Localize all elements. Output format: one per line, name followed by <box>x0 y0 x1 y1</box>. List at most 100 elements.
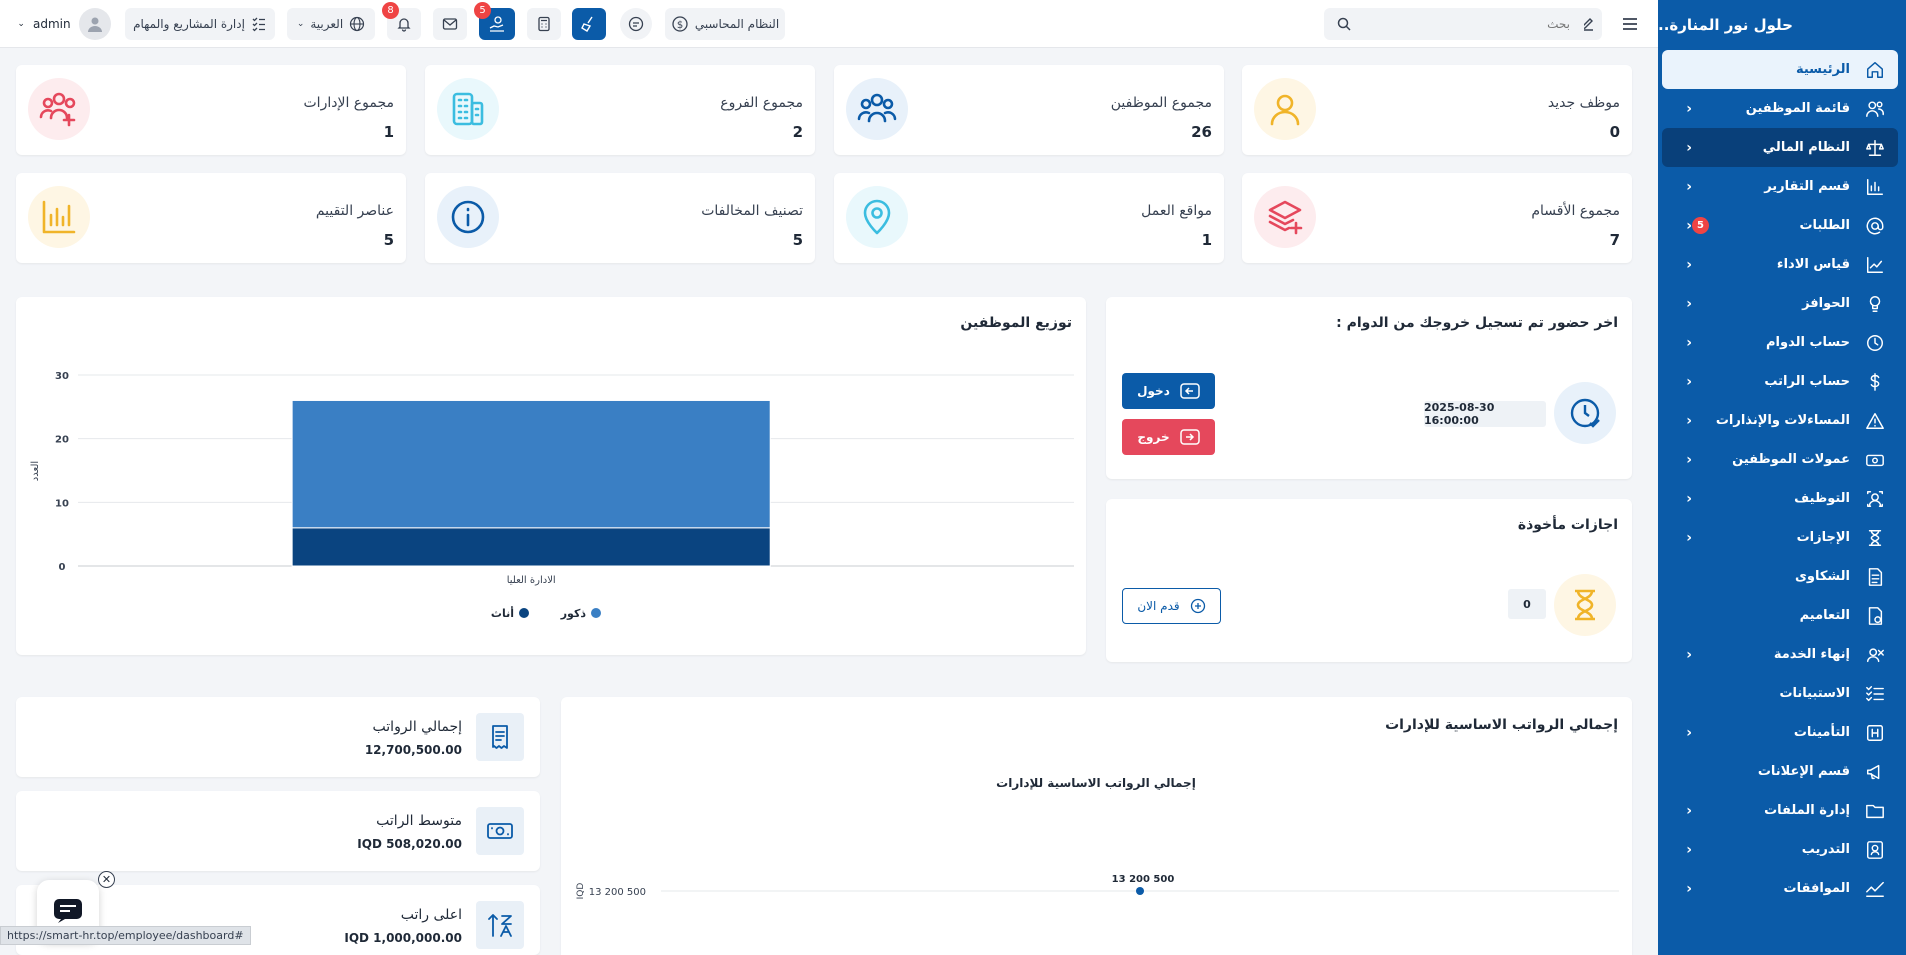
x-tick-label: الادارة العليا <box>507 575 556 586</box>
sidebar-item-1[interactable]: قائمة الموظفين ‹ <box>1662 89 1898 128</box>
stat-card-5[interactable]: مواقع العمل 1 <box>834 173 1224 263</box>
sidebar-item-icon <box>1864 566 1886 588</box>
salary-stat-value: IQD 508,020.00 <box>357 837 462 851</box>
sidebar-item-7[interactable]: حساب الدوام ‹ <box>1662 323 1898 362</box>
status-bar-url: https://smart-hr.top/employee/dashboard# <box>0 926 251 945</box>
notifications-count-badge: 8 <box>382 2 399 19</box>
stat-icon-circle <box>437 78 499 140</box>
stat-icon-circle <box>437 186 499 248</box>
accounting-system-button[interactable]: $ النظام المحاسبي <box>665 8 785 40</box>
sidebar-item-3[interactable]: قسم التقارير ‹ <box>1662 167 1898 206</box>
chevron-down-icon: ⌄ <box>296 19 305 29</box>
check-out-button[interactable]: خروج <box>1122 419 1215 455</box>
hourglass-icon <box>1868 529 1882 546</box>
bar-segment-0[interactable] <box>291 527 771 567</box>
menu-toggle-button[interactable] <box>1614 8 1646 40</box>
stat-title: مجموع الفروع <box>720 95 803 111</box>
end-service-icon <box>1867 647 1884 662</box>
stat-title: عناصر التقييم <box>315 203 394 219</box>
sidebar-item-8[interactable]: حساب الراتب ‹ <box>1662 362 1898 401</box>
sidebar-item-icon <box>1864 293 1886 315</box>
sidebar-item-5[interactable]: قياس الاداء ‹ <box>1662 245 1898 284</box>
tasks-button[interactable]: 5 <box>474 2 515 40</box>
sidebar-item-17[interactable]: التأمينات ‹ <box>1662 713 1898 752</box>
stat-value: 5 <box>792 231 803 249</box>
stat-title: تصنيف المخالفات <box>701 203 803 219</box>
apply-leave-button[interactable]: قدم الان <box>1122 588 1221 624</box>
sidebar-item-icon <box>1864 527 1886 549</box>
sidebar-item-label: الرئيسية <box>1795 62 1850 77</box>
sidebar-item-21[interactable]: الموافقات ‹ <box>1662 869 1898 908</box>
sidebar-item-label: الاستبيانات <box>1779 686 1850 701</box>
y-tick-label: 13 200 500 <box>589 887 646 898</box>
sidebar-item-label: قسم الإعلانات <box>1757 764 1850 779</box>
stat-card-2[interactable]: مجموع الفروع 2 <box>425 65 815 155</box>
sidebar-item-label: النظام المالي <box>1762 140 1850 155</box>
money-gear-icon: $ <box>672 16 688 32</box>
sidebar-item-11[interactable]: التوظيف ‹ <box>1662 479 1898 518</box>
user-avatar-icon <box>87 17 102 32</box>
hourglass-icon <box>1575 589 1595 621</box>
sidebar-item-12[interactable]: الإجازات ‹ <box>1662 518 1898 557</box>
check-in-button[interactable]: دخول <box>1122 373 1215 409</box>
sidebar-item-icon <box>1864 449 1886 471</box>
close-chat-button[interactable]: ✕ <box>98 871 115 888</box>
team-add-icon <box>39 92 76 127</box>
data-point[interactable] <box>1136 887 1144 895</box>
sidebar-item-icon <box>1864 800 1886 822</box>
sidebar-item-10[interactable]: عمولات الموظفين ‹ <box>1662 440 1898 479</box>
sidebar-item-icon <box>1864 722 1886 744</box>
cleaning-button[interactable] <box>572 8 606 40</box>
legend-label: ذكور <box>560 607 587 620</box>
salary-stat-title: متوسط الراتب <box>376 813 462 829</box>
stat-card-7[interactable]: عناصر التقييم 5 <box>16 173 406 263</box>
sidebar-item-icon <box>1864 59 1886 81</box>
hand-coins-icon <box>489 16 504 32</box>
chevron-left-icon: ‹ <box>1686 490 1692 507</box>
employee-distribution-card: توزيع الموظفين 0 10 20 30 العدد الادارة العلي… <box>16 297 1086 655</box>
calculator-button[interactable] <box>527 8 561 40</box>
at-icon <box>1866 217 1884 234</box>
user-menu[interactable]: ⌄ admin <box>14 8 114 40</box>
sidebar-item-9[interactable]: المساءلات والإنذارات ‹ <box>1662 401 1898 440</box>
projects-tasks-button[interactable]: إدارة المشاريع والمهام <box>125 8 275 40</box>
stat-card-3[interactable]: مجموع الإدارات 1 <box>16 65 406 155</box>
sidebar-item-6[interactable]: الحوافز ‹ <box>1662 284 1898 323</box>
data-label: 13 200 500 <box>1112 874 1175 885</box>
sidebar-item-16[interactable]: الاستبيانات <box>1662 674 1898 713</box>
stat-title: مجموع الأقسام <box>1531 203 1620 219</box>
sidebar-item-label: إنهاء الخدمة <box>1773 647 1850 662</box>
notifications-button[interactable]: 8 <box>382 2 421 40</box>
home-icon <box>1867 61 1883 78</box>
stat-card-4[interactable]: مجموع الأقسام 7 <box>1242 173 1632 263</box>
brand-name: حلول نور المنارة.. <box>1658 16 1793 34</box>
language-select[interactable]: ⌄ العربية <box>287 8 375 40</box>
hire-icon <box>1867 490 1883 507</box>
salary-by-department-card: إجمالي الرواتب الاساسية للإدارات إجمالي … <box>561 697 1632 955</box>
sidebar-item-label: التوظيف <box>1794 491 1850 506</box>
sidebar-item-20[interactable]: التدريب ‹ <box>1662 830 1898 869</box>
stat-title: مواقع العمل <box>1141 203 1212 219</box>
stat-card-1[interactable]: مجموع الموظفين 26 <box>834 65 1224 155</box>
stat-card-6[interactable]: تصنيف المخالفات 5 <box>425 173 815 263</box>
search-input[interactable] <box>1324 8 1584 40</box>
sidebar-item-19[interactable]: إدارة الملفات ‹ <box>1662 791 1898 830</box>
sidebar-item-13[interactable]: الشكاوى <box>1662 557 1898 596</box>
sidebar-item-14[interactable]: التعاميم <box>1662 596 1898 635</box>
sidebar-item-15[interactable]: إنهاء الخدمة ‹ <box>1662 635 1898 674</box>
sidebar-item-icon <box>1864 410 1886 432</box>
stat-value: 26 <box>1191 123 1212 141</box>
chevron-left-icon: ‹ <box>1686 880 1692 897</box>
legend-label: أناث <box>491 606 514 620</box>
training-icon <box>1867 840 1883 859</box>
sidebar-item-4[interactable]: الطلبات 5 ‹ <box>1662 206 1898 245</box>
sidebar-item-2[interactable]: النظام المالي ‹ <box>1662 128 1898 167</box>
stat-card-0[interactable]: موظف جديد 0 <box>1242 65 1632 155</box>
messages-button[interactable] <box>433 8 467 40</box>
chevron-left-icon: ‹ <box>1686 256 1692 273</box>
stat-value: 5 <box>383 231 394 249</box>
sidebar-item-18[interactable]: قسم الإعلانات <box>1662 752 1898 791</box>
chat-button[interactable] <box>620 8 652 40</box>
bar-segment-1[interactable] <box>291 399 771 529</box>
sidebar-item-0[interactable]: الرئيسية <box>1662 50 1898 89</box>
